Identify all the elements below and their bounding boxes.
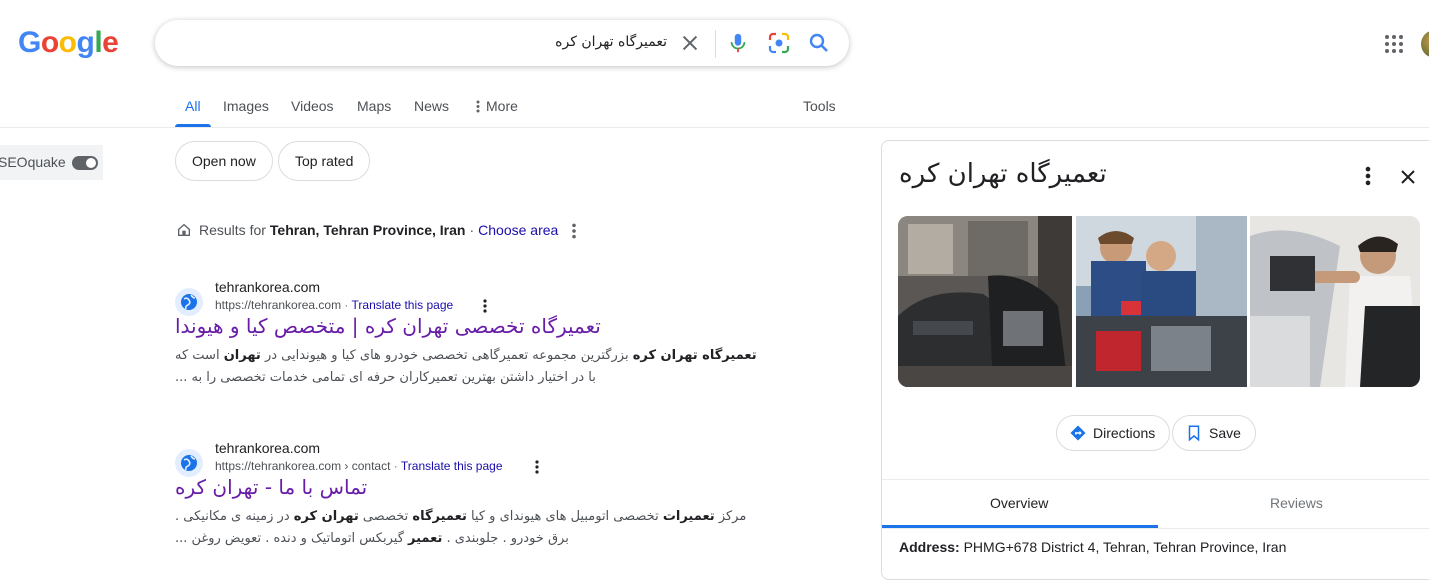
- directions-button[interactable]: Directions: [1056, 415, 1171, 451]
- panel-divider: [882, 479, 1429, 480]
- result-site-name[interactable]: tehrankorea.com: [215, 440, 320, 456]
- directions-icon: [1070, 425, 1086, 441]
- logo-letter: o: [40, 26, 59, 59]
- more-vert-icon: [476, 100, 480, 112]
- address-label: Address:: [899, 539, 960, 555]
- search-box[interactable]: تعمیرگاه تهران کره: [155, 20, 849, 66]
- logo-letter: o: [58, 26, 77, 59]
- chip-open-now[interactable]: Open now: [175, 141, 273, 181]
- tabs-divider: [0, 127, 1429, 128]
- address-row: Address: PHMG+678 District 4, Tehran, Te…: [899, 539, 1286, 555]
- snippet-line-2: برق خودرو . جلوبندی . تعمیر گیربکس اتوما…: [175, 531, 569, 546]
- save-button[interactable]: Save: [1172, 415, 1256, 451]
- search-input[interactable]: تعمیرگاه تهران کره: [555, 34, 667, 50]
- globe-icon: [181, 455, 197, 471]
- result-url-text: https://tehrankorea.com › contact: [215, 459, 391, 473]
- bookmark-icon: [1188, 425, 1200, 442]
- seoquake-label: SEOquake: [0, 154, 66, 170]
- tab-all[interactable]: All: [185, 98, 201, 114]
- snippet-line-2: با در اختیار داشتن بهترین تعمیرکاران حرف…: [175, 370, 596, 385]
- result-title-link[interactable]: تماس با ما - تهران کره: [175, 475, 367, 499]
- tab-news[interactable]: News: [414, 98, 449, 114]
- more-options-icon[interactable]: [568, 222, 580, 240]
- logo-letter: g: [76, 26, 95, 59]
- translate-link[interactable]: Translate this page: [352, 298, 454, 312]
- garage-photo[interactable]: [898, 216, 1072, 387]
- search-divider: [715, 30, 716, 58]
- seoquake-widget: SEOquake: [0, 145, 103, 180]
- globe-icon: [181, 294, 197, 310]
- account-avatar[interactable]: [1421, 30, 1429, 58]
- save-label: Save: [1209, 425, 1241, 441]
- translate-link[interactable]: Translate this page: [401, 459, 503, 473]
- mechanic-photo[interactable]: [1250, 216, 1420, 387]
- result-url-text: https://tehrankorea.com: [215, 298, 342, 312]
- result-url[interactable]: https://tehrankorea.com · Translate this…: [215, 298, 453, 312]
- snippet-line-1: مرکز تعمیرات تخصصی اتومبیل های هیوندای و…: [175, 509, 747, 524]
- google-apps-icon[interactable]: [1384, 34, 1404, 54]
- tab-reviews[interactable]: Reviews: [1270, 495, 1323, 511]
- tab-videos[interactable]: Videos: [291, 98, 334, 114]
- knowledge-panel-title: تعمیرگاه تهران کره: [899, 159, 1107, 189]
- chip-top-rated[interactable]: Top rated: [278, 141, 371, 181]
- clear-search-icon[interactable]: [679, 32, 701, 54]
- more-vert-icon[interactable]: [1362, 165, 1374, 187]
- site-favicon[interactable]: [175, 449, 203, 477]
- knowledge-panel: تعمیرگاه تهران کره Directions Save Overv…: [881, 140, 1429, 580]
- results-for-separator: ·: [469, 222, 475, 238]
- tab-maps[interactable]: Maps: [357, 98, 391, 114]
- close-icon[interactable]: [1398, 167, 1418, 187]
- toggle-knob: [86, 158, 96, 168]
- tab-images[interactable]: Images: [223, 98, 269, 114]
- result-snippet: تعمیرگاه تهران کره بزرگترین مجموعه تعمیر…: [175, 345, 785, 389]
- google-lens-icon[interactable]: [767, 31, 791, 55]
- tab-more[interactable]: More: [476, 98, 518, 114]
- home-icon: [178, 223, 190, 236]
- snippet-line-1: تعمیرگاه تهران کره بزرگترین مجموعه تعمیر…: [175, 348, 757, 363]
- result-title-link[interactable]: تعمیرگاه تخصصی تهران کره | متخصص کیا و ه…: [175, 314, 601, 338]
- results-for-location: Results for Tehran, Tehran Province, Ira…: [176, 222, 558, 238]
- site-favicon[interactable]: [175, 288, 203, 316]
- directions-label: Directions: [1093, 425, 1156, 441]
- result-more-icon[interactable]: [531, 459, 543, 475]
- result-more-icon[interactable]: [479, 298, 491, 314]
- panel-tabs-divider: [882, 528, 1429, 529]
- result-snippet: مرکز تعمیرات تخصصی اتومبیل های هیوندای و…: [175, 506, 785, 550]
- logo-letter: l: [94, 26, 103, 59]
- tab-overview[interactable]: Overview: [990, 495, 1048, 511]
- microphone-icon[interactable]: [727, 31, 749, 55]
- google-logo[interactable]: Google: [18, 26, 119, 60]
- tab-more-label: More: [486, 98, 518, 114]
- mechanics-photo[interactable]: [1076, 216, 1247, 387]
- results-for-location-name: Tehran, Tehran Province, Iran: [269, 222, 466, 238]
- search-icon[interactable]: [807, 31, 831, 55]
- result-site-name[interactable]: tehrankorea.com: [215, 279, 320, 295]
- choose-area-link[interactable]: Choose area: [478, 222, 558, 238]
- tools-button[interactable]: Tools: [803, 98, 836, 114]
- logo-letter: G: [18, 26, 41, 59]
- logo-letter: e: [102, 26, 119, 59]
- result-url[interactable]: https://tehrankorea.com › contact · Tran…: [215, 459, 503, 473]
- seoquake-toggle[interactable]: [72, 156, 98, 170]
- address-value[interactable]: PHMG+678 District 4, Tehran, Tehran Prov…: [964, 539, 1287, 555]
- results-for-prefix: Results for: [199, 222, 266, 238]
